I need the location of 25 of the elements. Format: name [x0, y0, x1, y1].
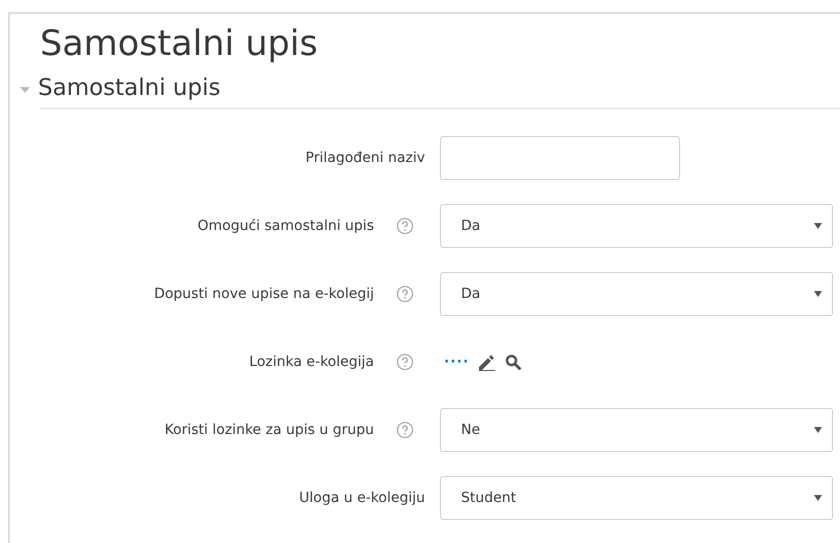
- help-icon[interactable]: [396, 285, 414, 303]
- collapse-triangle-icon[interactable]: [20, 86, 30, 94]
- help-icon[interactable]: [396, 217, 414, 235]
- help-icon[interactable]: [396, 421, 414, 439]
- field-label: Omogući samostalni upis: [197, 218, 374, 234]
- caret-icon: [814, 291, 822, 297]
- field-label: Lozinka e-kolegija: [249, 354, 374, 370]
- field-label: Uloga u e-kolegiju: [299, 490, 425, 506]
- field-label: Prilagođeni naziv: [306, 150, 425, 166]
- masked-password: ····: [444, 354, 470, 370]
- caret-icon: [814, 427, 822, 433]
- dropdown[interactable]: Ne: [440, 408, 833, 452]
- caret-icon: [814, 223, 822, 229]
- search-icon[interactable]: [505, 354, 522, 370]
- field-label: Koristi lozinke za upis u grupu: [164, 422, 374, 438]
- page-title: Samostalni upis: [40, 23, 319, 66]
- pencil-icon[interactable]: [477, 353, 498, 371]
- caret-icon: [814, 495, 822, 501]
- dropdown[interactable]: Da: [440, 204, 833, 248]
- dropdown[interactable]: Da: [440, 272, 833, 316]
- name-input-field[interactable]: [440, 136, 680, 180]
- field-label: Dopusti nove upise na e-kolegij: [154, 286, 374, 302]
- section-title[interactable]: Samostalni upis: [38, 72, 220, 108]
- help-icon[interactable]: [396, 353, 414, 371]
- dropdown[interactable]: Student: [440, 476, 833, 520]
